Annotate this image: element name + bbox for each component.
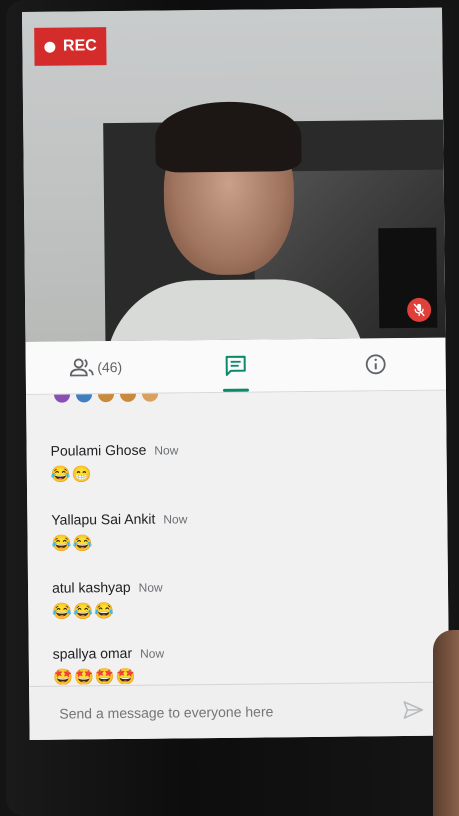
message-sender: Poulami Ghose (50, 441, 147, 459)
info-icon (365, 354, 386, 375)
message-input[interactable] (57, 701, 402, 723)
message-sender: atul kashyap (51, 578, 131, 596)
recording-label: REC (62, 37, 97, 55)
chat-message: Poulami Ghose Now 😂😁 (51, 441, 179, 484)
message-text: 😂😂 (51, 535, 94, 553)
tab-info[interactable] (305, 338, 446, 391)
chat-icon (225, 355, 246, 376)
message-text: 😂😂😂 (52, 603, 116, 621)
chat-message: atul kashyap Now 😂😂😂 (52, 579, 163, 622)
recording-badge: REC (34, 27, 107, 66)
chat-message-list[interactable]: Poulami Ghose Now 😂😁 Yallapu Sai Ankit N… (26, 390, 450, 685)
panel-tab-bar: (46) (25, 337, 446, 395)
message-time: Now (163, 512, 188, 527)
self-view-tile[interactable] (378, 227, 438, 329)
people-icon (69, 358, 94, 377)
message-text: 🤩🤩🤩🤩 (52, 668, 137, 685)
chat-message: spallya omar Now 🤩🤩🤩🤩 (53, 645, 165, 685)
message-composer (29, 681, 450, 740)
message-time: Now (154, 443, 179, 458)
message-sender: Yallapu Sai Ankit (51, 510, 156, 528)
speaker-hair (154, 101, 302, 173)
send-icon (403, 701, 424, 719)
message-time: Now (138, 580, 163, 595)
send-button[interactable] (401, 698, 425, 722)
message-time: Now (140, 646, 165, 661)
tab-chat[interactable] (165, 339, 306, 392)
recording-dot-icon (43, 41, 56, 53)
tab-people[interactable]: (46) (25, 341, 166, 394)
meeting-screen: REC (46) Poulami Ghose Now 😂😁 Yallapu Sa… (22, 7, 450, 740)
hand-edge (433, 630, 459, 816)
main-video-feed[interactable]: REC (22, 7, 446, 342)
mic-off-icon (407, 297, 432, 322)
chat-message: Yallapu Sai Ankit Now 😂😂 (51, 510, 187, 553)
participant-count: (46) (97, 358, 123, 376)
message-text: 😂😁 (50, 466, 93, 484)
message-sender: spallya omar (52, 644, 133, 662)
